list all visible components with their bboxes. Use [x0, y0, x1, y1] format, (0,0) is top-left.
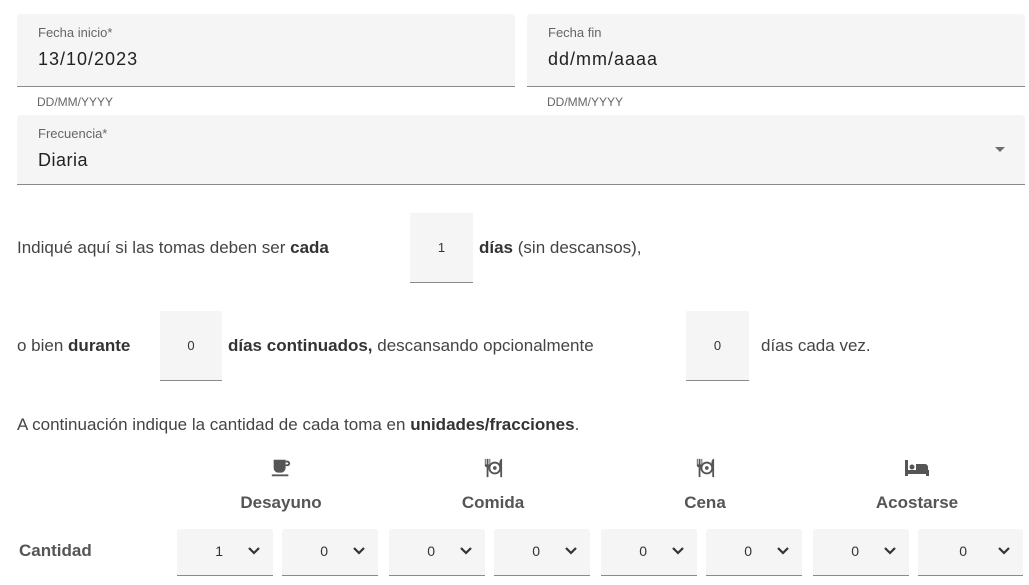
start-date-hint: DD/MM/YYYY: [37, 95, 114, 109]
rest-days-value: 0: [713, 338, 722, 353]
chevron-down-icon: [884, 547, 896, 555]
every-days-suffix: días (sin descansos),: [479, 238, 642, 258]
coffee-icon: [211, 457, 351, 479]
quantity-value: 0: [320, 543, 328, 559]
quantity-value: 0: [532, 543, 540, 559]
end-date-value[interactable]: dd/mm/aaaa: [548, 49, 658, 70]
cycle-text-1: o bien: [17, 336, 69, 355]
quantity-select-comida-1[interactable]: 0: [389, 529, 485, 576]
end-date-label: Fecha fin: [548, 25, 602, 40]
frequency-select[interactable]: Frecuencia* Diaria: [17, 115, 1025, 185]
every-days-value: 1: [437, 240, 446, 255]
cycle-prefix: o bien durante: [17, 336, 130, 356]
quantity-value: 0: [427, 543, 435, 559]
frequency-value: Diaria: [38, 150, 89, 170]
dropdown-arrow-icon: [995, 147, 1005, 152]
meal-column-comida: Comida: [423, 457, 563, 513]
chevron-down-icon: [672, 547, 684, 555]
chevron-down-icon: [998, 547, 1010, 555]
start-date-field[interactable]: Fecha inicio* 13/10/2023: [17, 14, 515, 87]
frequency-label: Frecuencia*: [38, 126, 108, 141]
meal-column-cena: Cena: [635, 457, 775, 513]
meal-column-acostarse: Acostarse: [847, 457, 987, 513]
intro-text-2: .: [574, 415, 580, 434]
every-days-sentence: Indiqué aquí si las tomas deben ser cada: [17, 238, 329, 258]
cycle-bold-durante: durante: [68, 336, 131, 355]
chevron-down-icon: [777, 547, 789, 555]
every-text-2: (sin descansos),: [513, 238, 642, 257]
meal-label-comida: Comida: [461, 493, 525, 512]
quantity-value: 0: [639, 543, 647, 559]
chevron-down-icon: [248, 547, 260, 555]
start-date-value[interactable]: 13/10/2023: [38, 49, 138, 70]
quantity-select-cena-2[interactable]: 0: [706, 529, 802, 576]
intro-text-1: A continuación indique la cantidad de ca…: [17, 415, 411, 434]
meal-column-desayuno: Desayuno: [211, 457, 351, 513]
every-bold-dias: días: [479, 238, 514, 257]
restaurant-icon: [423, 457, 563, 479]
quantity-select-acostarse-1[interactable]: 0: [813, 529, 909, 576]
quantity-value: 0: [744, 543, 752, 559]
cycle-middle: días continuados, descansando opcionalme…: [228, 336, 594, 356]
quantity-value: 0: [959, 543, 967, 559]
end-date-hint: DD/MM/YYYY: [547, 95, 624, 109]
quantity-value: 0: [851, 543, 859, 559]
bed-icon: [847, 457, 987, 479]
every-text-1: Indiqué aquí si las tomas deben ser: [17, 238, 291, 257]
meal-label-acostarse: Acostarse: [875, 493, 959, 512]
continuous-days-value: 0: [187, 338, 195, 353]
meal-label-cena: Cena: [684, 493, 726, 512]
cycle-bold-continuos: días continuados,: [228, 336, 373, 355]
quantity-select-desayuno-2[interactable]: 0: [282, 529, 378, 576]
quantity-value: 1: [215, 543, 223, 559]
rest-days-input[interactable]: 0: [686, 311, 749, 381]
chevron-down-icon: [353, 547, 365, 555]
quantity-select-cena-1[interactable]: 0: [601, 529, 697, 576]
chevron-down-icon: [460, 547, 472, 555]
end-date-field[interactable]: Fecha fin dd/mm/aaaa: [527, 14, 1025, 87]
quantity-intro: A continuación indique la cantidad de ca…: [17, 415, 579, 435]
every-days-input[interactable]: 1: [410, 213, 473, 283]
quantity-select-desayuno-1[interactable]: 1: [177, 529, 273, 576]
quantity-select-comida-2[interactable]: 0: [494, 529, 590, 576]
meal-label-desayuno: Desayuno: [240, 493, 322, 512]
intro-bold: unidades/fracciones: [410, 415, 575, 434]
cycle-suffix: días cada vez.: [761, 336, 871, 355]
quantity-select-acostarse-2[interactable]: 0: [918, 529, 1023, 576]
every-bold-cada: cada: [290, 238, 329, 257]
cycle-text-2: descansando opcionalmente: [372, 336, 594, 355]
chevron-down-icon: [565, 547, 577, 555]
restaurant-icon: [635, 457, 775, 479]
continuous-days-input[interactable]: 0: [160, 311, 222, 381]
quantity-row-label: Cantidad: [19, 541, 92, 560]
start-date-label: Fecha inicio*: [38, 25, 113, 40]
